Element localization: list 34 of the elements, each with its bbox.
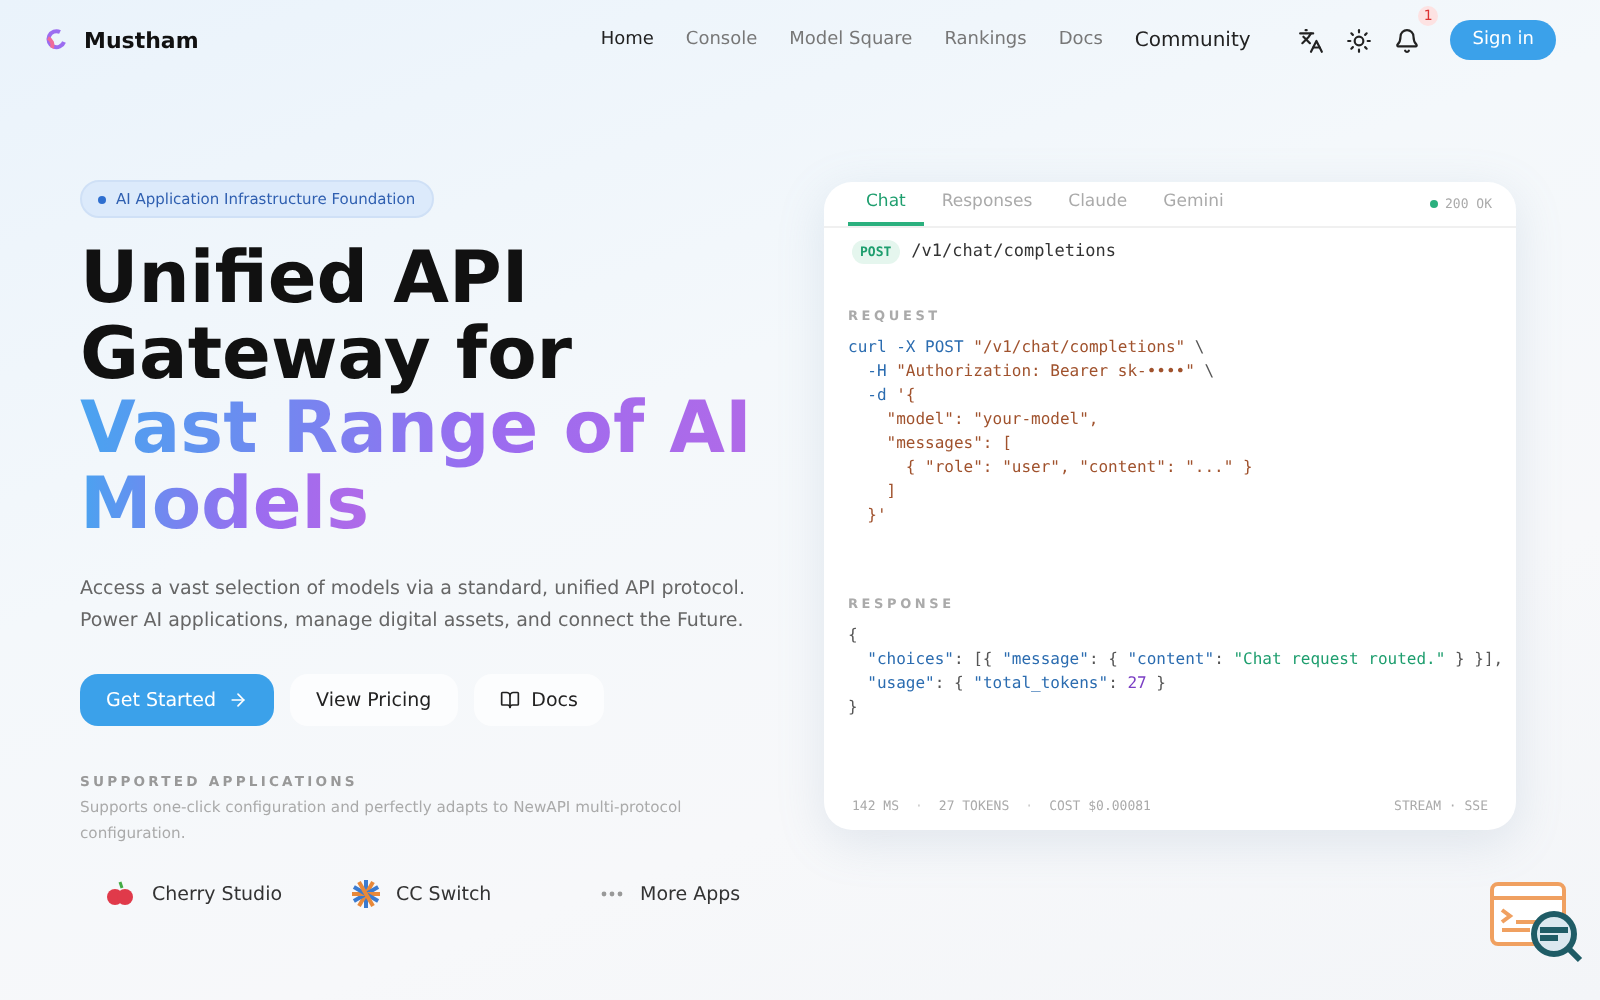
notification-icon[interactable] [1393, 27, 1420, 53]
endpoint-path: /v1/chat/completions [911, 242, 1117, 262]
headline: Gateway for [80, 317, 575, 392]
protocol-tab[interactable]: Chat [848, 182, 924, 226]
docs-button[interactable]: Docs [473, 674, 604, 726]
nav-link[interactable]: Rankings [944, 30, 1027, 50]
description: Access a vast selection of models via a standard, unified API protocol. Power AI applications, manage digital assets, and connect the Future. [80, 576, 747, 636]
app-link[interactable]: CC Switch [328, 870, 556, 918]
logo-icon [44, 28, 68, 52]
nav-link[interactable]: Docs [1058, 30, 1103, 50]
nav-link[interactable]: Model Square [789, 30, 913, 50]
protocol-tab[interactable]: Gemini [1145, 182, 1242, 226]
app-link[interactable]: Cherry Studio [80, 870, 308, 918]
headline: Unified API [80, 242, 531, 317]
protocol-tab[interactable]: Claude [1050, 182, 1146, 226]
get-started-button[interactable]: Get Started [80, 674, 275, 726]
status-dot-icon [1429, 200, 1438, 208]
translate-icon[interactable] [1297, 27, 1324, 53]
nav-link[interactable]: Home [600, 30, 654, 50]
community-menu[interactable]: Community [1134, 29, 1251, 51]
book-icon [499, 690, 520, 710]
pricing-button[interactable]: View Pricing [290, 674, 458, 726]
app-link[interactable]: More Apps [576, 870, 804, 918]
nav-link[interactable]: Console [685, 30, 758, 50]
brand-name: Mustham [84, 27, 199, 53]
theme-icon[interactable] [1345, 27, 1372, 53]
request-code: curl -X POST "/v1/chat/completions" \ -H "Authorization: Bearer sk-••••" \ -d '{ "model": "your-model", "messages": [ { "role": "user", "content": "..." } ] }' [848, 336, 1255, 528]
sign-in-button[interactable]: Sign in [1450, 20, 1556, 60]
arrow-icon [228, 690, 249, 710]
more-icon [600, 890, 624, 898]
browser-search-icon [1488, 876, 1588, 968]
burst-icon [352, 880, 380, 908]
cherry-icon [104, 878, 136, 910]
protocol-tab[interactable]: Responses [923, 182, 1051, 226]
